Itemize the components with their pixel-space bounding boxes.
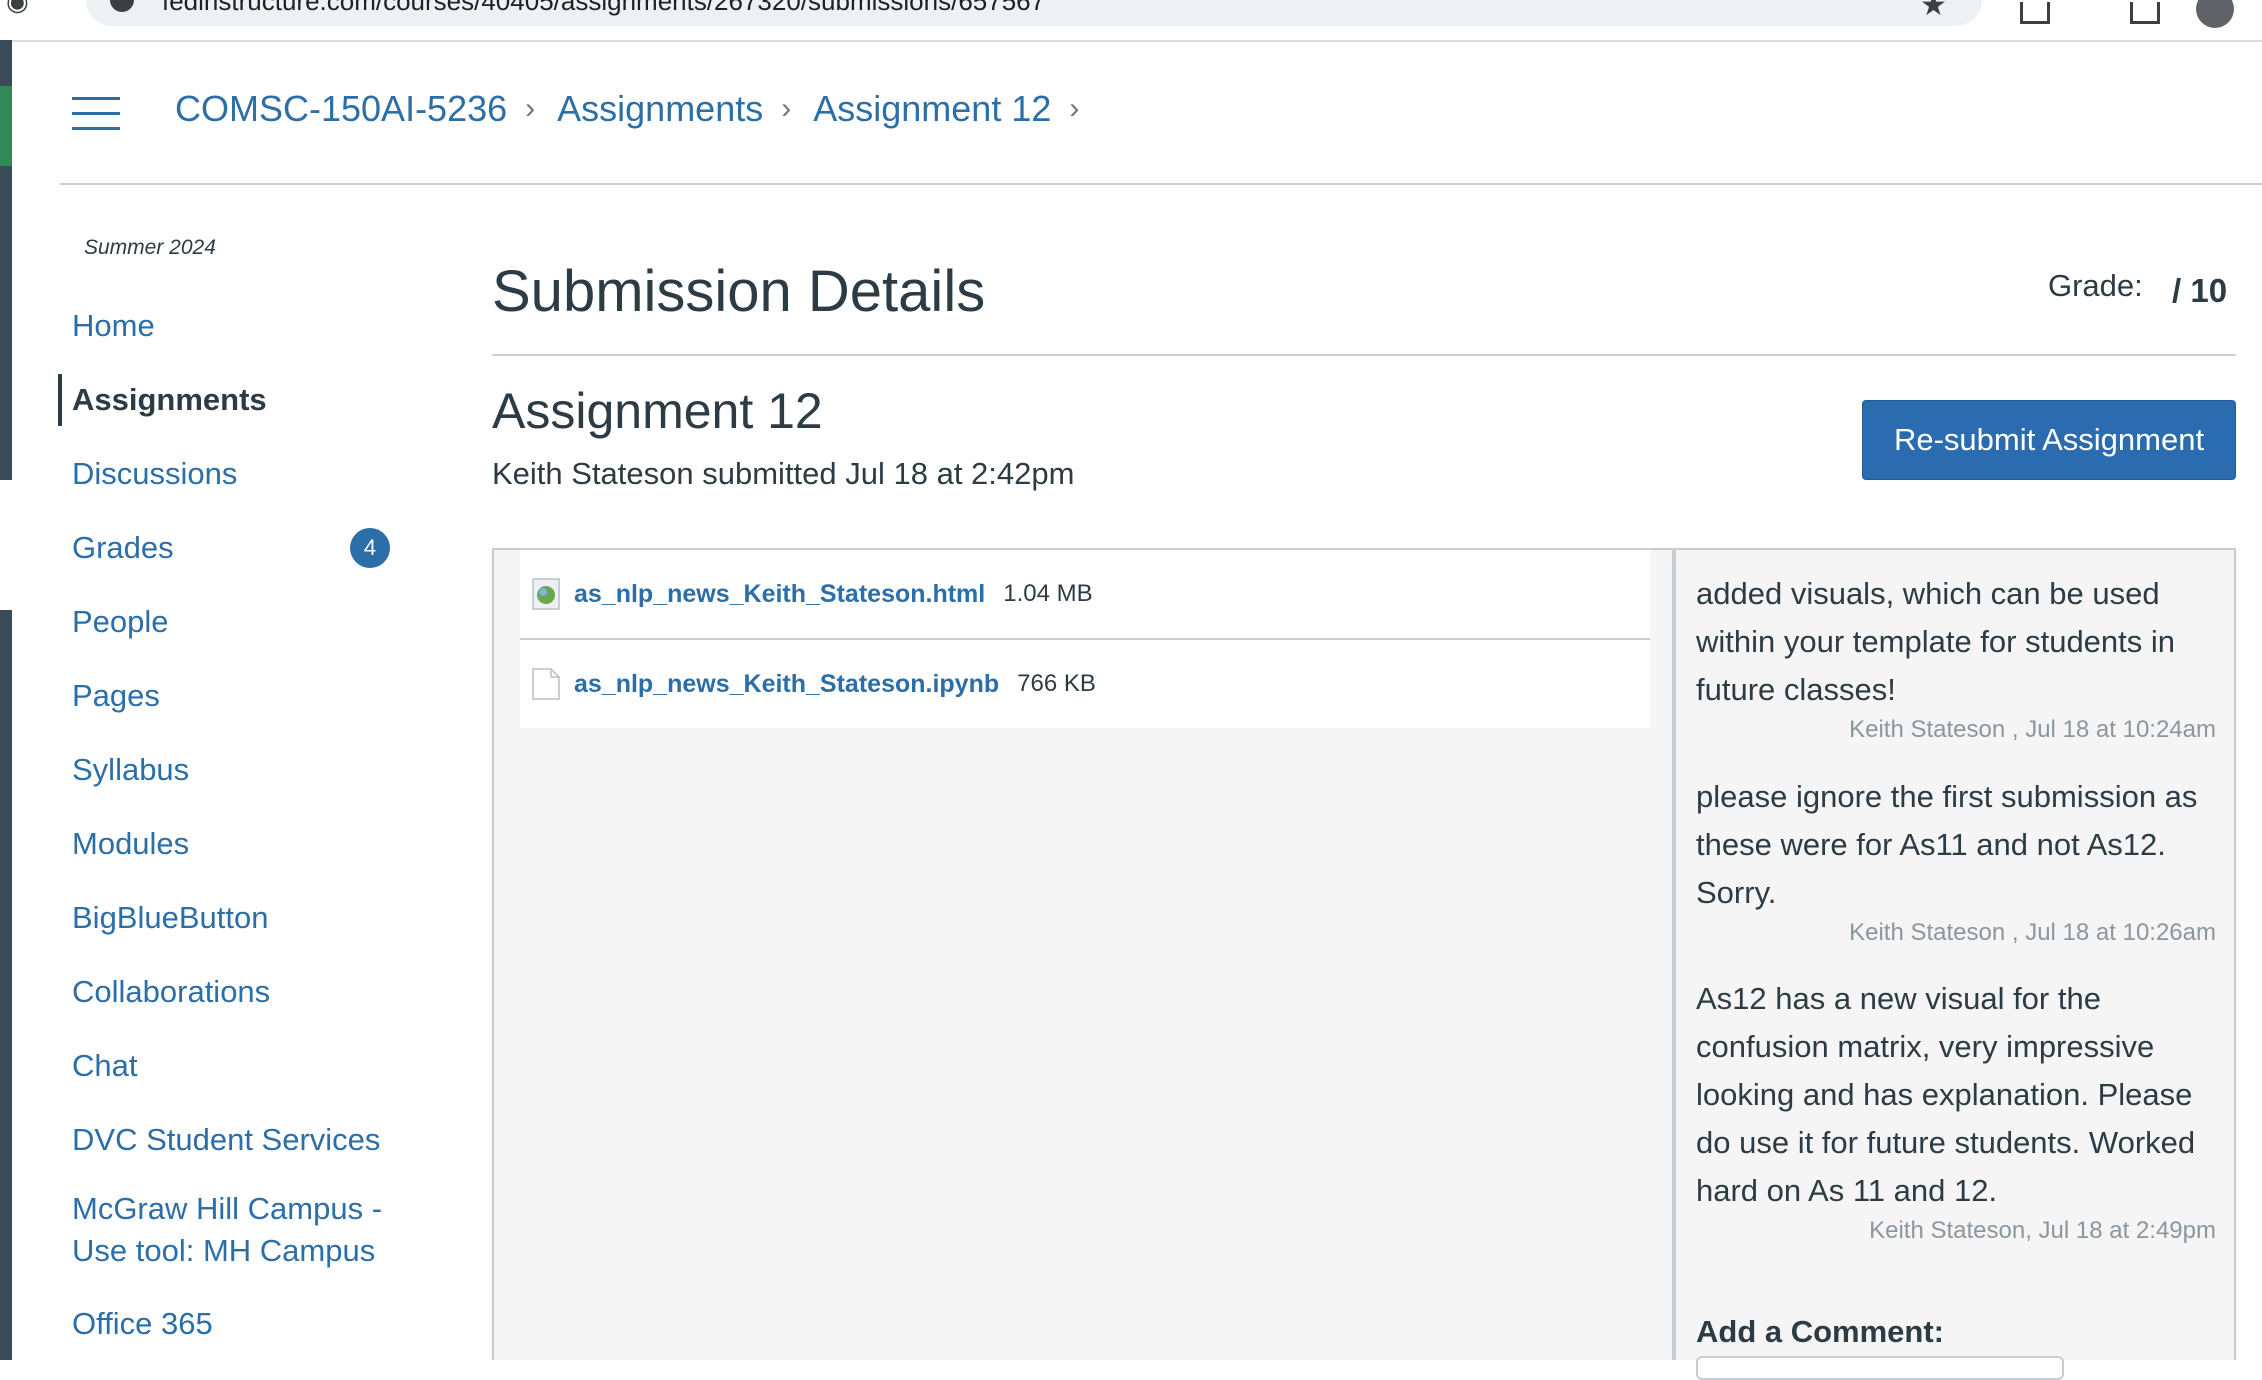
sidebar-item-label: McGraw Hill Campus - Use tool: MH Campus	[72, 1191, 383, 1268]
term-label: Summer 2024	[84, 236, 216, 259]
comment-meta: Keith Stateson, Jul 18 at 2:49pm	[1869, 1217, 2216, 1244]
breadcrumb-course[interactable]: COMSC-150AI-5236	[175, 88, 507, 130]
comments-panel: added visuals, which can be used within …	[1674, 548, 2236, 1380]
sidebar-item-label: BigBlueButton	[72, 900, 269, 935]
document-file-icon	[532, 668, 560, 700]
sidebar-item-label: Collaborations	[72, 974, 271, 1009]
sidebar-item-assignments[interactable]: Assignments	[58, 374, 420, 448]
title-divider	[492, 354, 2236, 356]
file-row: as_nlp_news_Keith_Stateson.html 1.04 MB	[520, 550, 1650, 640]
sidebar-item-label: Modules	[72, 826, 190, 861]
page-title: Submission Details	[492, 259, 986, 324]
file-row: as_nlp_news_Keith_Stateson.ipynb 766 KB	[520, 640, 1650, 728]
submission-info: Keith Stateson submitted Jul 18 at 2:42p…	[492, 456, 1075, 491]
breadcrumb: COMSC-150AI-5236 › Assignments › Assignm…	[175, 88, 1101, 130]
chevron-right-icon: ›	[781, 92, 792, 125]
sidebar-item-label: Assignments	[72, 382, 267, 417]
sidebar-item-grades[interactable]: Grades 4	[60, 522, 420, 596]
sidebar-item-label: Chat	[72, 1048, 138, 1083]
sidebar-item-dvc-student-services[interactable]: DVC Student Services	[60, 1114, 420, 1188]
comment: As12 has a new visual for the confusion …	[1696, 975, 2216, 1245]
comment-meta: Keith Stateson , Jul 18 at 10:24am	[1849, 716, 2216, 743]
submission-files-panel: as_nlp_news_Keith_Stateson.html 1.04 MB …	[492, 548, 1674, 1360]
sidebar-item-mcgraw-hill[interactable]: McGraw Hill Campus - Use tool: MH Campus	[60, 1188, 420, 1298]
bookmark-star-icon[interactable]: ★	[1920, 0, 1947, 23]
left-edge-gap	[0, 480, 12, 610]
sidebar-item-people[interactable]: People	[60, 596, 420, 670]
add-comment-label: Add a Comment:	[1696, 1314, 1944, 1349]
file-size: 766 KB	[1017, 670, 1096, 697]
sidebar-item-label: Pages	[72, 678, 160, 713]
course-header: COMSC-150AI-5236 › Assignments › Assignm…	[60, 40, 2262, 185]
file-size: 1.04 MB	[1003, 580, 1093, 607]
address-url[interactable]: fedinstructure.com/courses/40405/assignm…	[162, 0, 1045, 17]
sidebar-item-chat[interactable]: Chat	[60, 1040, 420, 1114]
profile-avatar[interactable]	[2196, 0, 2234, 28]
tab-icon[interactable]	[2130, 2, 2160, 24]
comment-text: please ignore the first submission as th…	[1696, 779, 2198, 910]
extension-icon[interactable]	[2020, 2, 2050, 24]
sidebar-item-label: DVC Student Services	[72, 1122, 381, 1157]
browser-toolbar: ◉ fedinstructure.com/courses/40405/assig…	[0, 0, 2262, 42]
address-bar[interactable]: fedinstructure.com/courses/40405/assignm…	[86, 0, 1982, 26]
sidebar-item-label: Discussions	[72, 456, 238, 491]
file-link[interactable]: as_nlp_news_Keith_Stateson.html	[574, 580, 985, 609]
comment: added visuals, which can be used within …	[1696, 570, 2216, 744]
chevron-right-icon: ›	[525, 92, 536, 125]
sidebar-item-label: Syllabus	[72, 752, 190, 787]
comment-text: As12 has a new visual for the confusion …	[1696, 981, 2196, 1208]
chevron-right-icon: ›	[1069, 92, 1080, 125]
sidebar-item-office-365[interactable]: Office 365	[60, 1298, 420, 1372]
sidebar-item-syllabus[interactable]: Syllabus	[60, 744, 420, 818]
sidebar-item-label: Home	[72, 308, 155, 343]
resubmit-assignment-button[interactable]: Re-submit Assignment	[1862, 400, 2236, 480]
sidebar-item-collaborations[interactable]: Collaborations	[60, 966, 420, 1040]
hamburger-menu-icon[interactable]	[72, 97, 120, 131]
comment: please ignore the first submission as th…	[1696, 773, 2216, 947]
sidebar-item-discussions[interactable]: Discussions	[60, 448, 420, 522]
grade-value: / 10	[2172, 272, 2228, 309]
comment-meta: Keith Stateson , Jul 18 at 10:26am	[1849, 919, 2216, 946]
assignment-title: Assignment 12	[492, 383, 823, 439]
sidebar-item-bigbluebutton[interactable]: BigBlueButton	[60, 892, 420, 966]
breadcrumb-assignment[interactable]: Assignment 12	[813, 88, 1051, 130]
sidebar-item-label: Grades	[72, 530, 174, 565]
grades-count-badge: 4	[350, 528, 390, 568]
breadcrumb-assignments[interactable]: Assignments	[557, 88, 763, 130]
file-list: as_nlp_news_Keith_Stateson.html 1.04 MB …	[520, 550, 1650, 728]
sidebar-item-home[interactable]: Home	[60, 300, 420, 374]
sidebar-item-modules[interactable]: Modules	[60, 818, 420, 892]
comment-text: added visuals, which can be used within …	[1696, 576, 2176, 707]
grade-label: Grade:	[2048, 268, 2143, 303]
sidebar-item-label: People	[72, 604, 169, 639]
site-info-icon[interactable]	[110, 0, 134, 12]
left-edge-strip	[0, 40, 12, 1360]
sidebar-item-label: Office 365	[72, 1306, 213, 1341]
html-file-icon	[532, 578, 560, 610]
left-edge-accent	[0, 86, 12, 166]
course-nav: Home Assignments Discussions Grades 4 Peo…	[58, 300, 420, 1372]
browser-info-icon[interactable]: ◉	[6, 0, 29, 17]
sidebar-item-pages[interactable]: Pages	[60, 670, 420, 744]
file-link[interactable]: as_nlp_news_Keith_Stateson.ipynb	[574, 670, 999, 699]
